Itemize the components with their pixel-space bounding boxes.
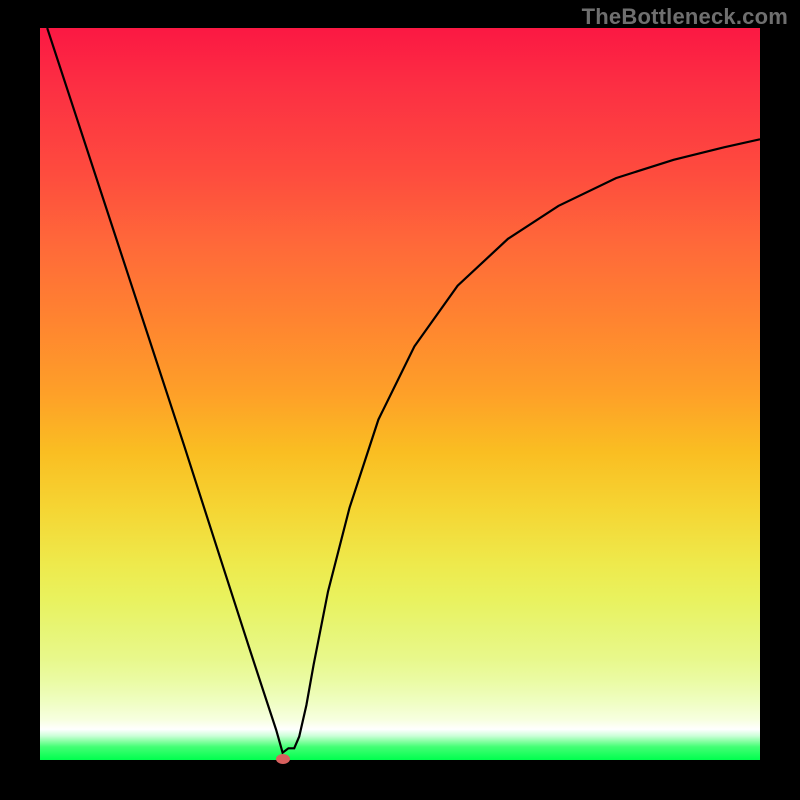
curve-path bbox=[47, 28, 760, 753]
watermark-text: TheBottleneck.com bbox=[582, 4, 788, 30]
bottleneck-curve bbox=[40, 28, 760, 760]
chart-frame: TheBottleneck.com bbox=[0, 0, 800, 800]
minimum-marker bbox=[276, 754, 290, 764]
